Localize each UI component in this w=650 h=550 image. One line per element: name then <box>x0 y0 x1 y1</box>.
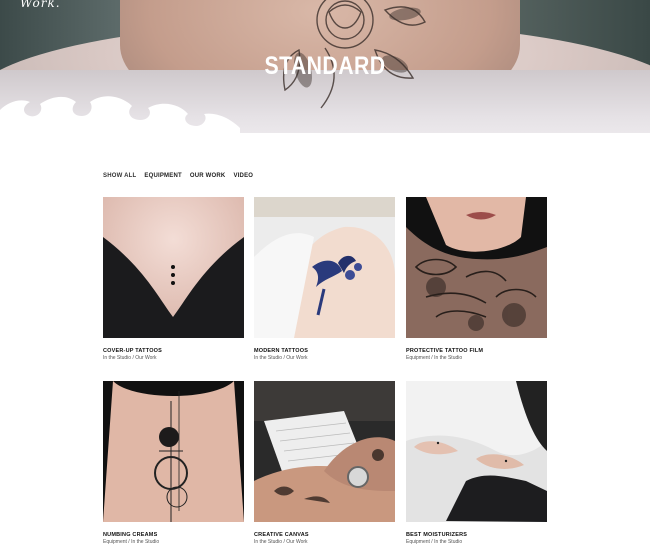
page-title: STANDARD <box>264 52 386 80</box>
portfolio-item[interactable]: NUMBING CREAMS Equipment / In the Studio <box>103 381 244 545</box>
back-dots-tattoo-image <box>103 197 244 338</box>
portfolio-thumbnail[interactable] <box>103 381 244 522</box>
filter-our-work[interactable]: OUR WORK <box>190 173 226 179</box>
portfolio-item-title[interactable]: COVER-UP TATTOOS <box>103 348 162 354</box>
portfolio-item[interactable]: BEST MOISTURIZERS Equipment / In the Stu… <box>406 381 547 545</box>
shoulder-bird-tattoo-image <box>254 197 395 338</box>
portfolio-item[interactable]: MODERN TATTOOS In the Studio / Our Work <box>254 197 395 361</box>
site-logo[interactable]: Work. <box>20 0 61 10</box>
portfolio-filters: SHOW ALL EQUIPMENT OUR WORK VIDEO <box>103 173 253 179</box>
portfolio-thumbnail[interactable] <box>254 197 395 338</box>
header-nav-strip <box>580 0 620 1</box>
filter-equipment[interactable]: EQUIPMENT <box>144 173 181 179</box>
portfolio-item-title[interactable]: MODERN TATTOOS <box>254 348 308 354</box>
portfolio-item-title[interactable]: CREATIVE CANVAS <box>254 532 309 538</box>
portfolio-thumbnail[interactable] <box>406 197 547 338</box>
portfolio-item-categories: Equipment / In the Studio <box>103 539 160 545</box>
filter-video[interactable]: VIDEO <box>233 173 253 179</box>
neck-tattoo-portrait-image <box>406 197 547 338</box>
portfolio-thumbnail[interactable] <box>103 197 244 338</box>
portfolio-item-categories: In the Studio / Our Work <box>254 355 308 361</box>
portfolio-item-categories: In the Studio / Our Work <box>103 355 157 361</box>
filter-show-all[interactable]: SHOW ALL <box>103 173 136 179</box>
portfolio-thumbnail[interactable] <box>254 381 395 522</box>
portfolio-thumbnail[interactable] <box>406 381 547 522</box>
ankle-tattoo-feet-image <box>406 381 547 522</box>
portfolio-item-title[interactable]: NUMBING CREAMS <box>103 532 157 538</box>
spine-circles-tattoo-image <box>103 381 244 522</box>
tattooed-arms-notebook-image <box>254 381 395 522</box>
portfolio-item-title[interactable]: BEST MOISTURIZERS <box>406 532 467 538</box>
portfolio-item-categories: Equipment / In the Studio <box>406 539 463 545</box>
portfolio-item-title[interactable]: PROTECTIVE TATTOO FILM <box>406 348 483 354</box>
portfolio-item[interactable]: PROTECTIVE TATTOO FILM Equipment / In th… <box>406 197 547 361</box>
hero-banner: Work. STANDARD <box>0 0 650 133</box>
portfolio-item-categories: Equipment / In the Studio <box>406 355 463 361</box>
portfolio-item-categories: In the Studio / Our Work <box>254 539 308 545</box>
portfolio-item[interactable]: CREATIVE CANVAS In the Studio / Our Work <box>254 381 395 545</box>
wave-decoration <box>0 96 240 133</box>
portfolio-item[interactable]: COVER-UP TATTOOS In the Studio / Our Wor… <box>103 197 244 361</box>
